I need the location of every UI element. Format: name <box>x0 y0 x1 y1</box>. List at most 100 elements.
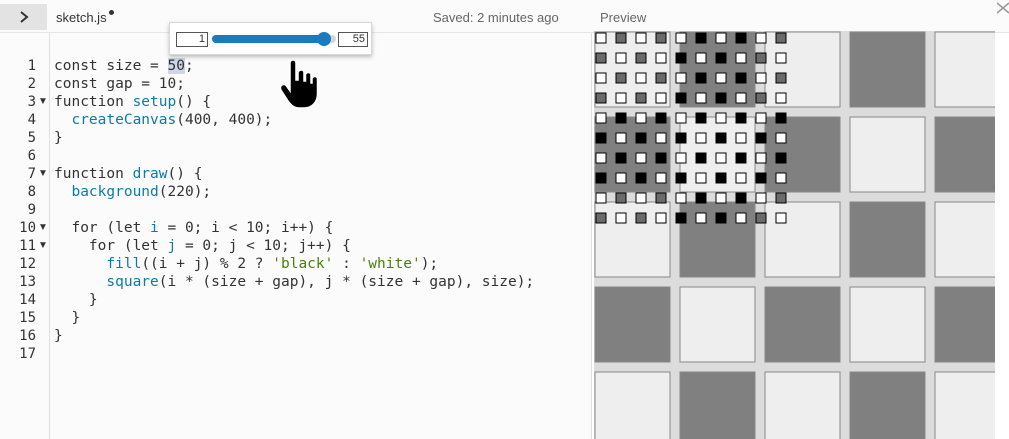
file-tab-name[interactable]: sketch.js <box>56 10 107 25</box>
small-square <box>695 172 707 184</box>
line-number: 8 <box>27 184 36 200</box>
small-square <box>655 132 667 144</box>
line-number: 12 <box>19 256 36 272</box>
large-square <box>764 286 841 363</box>
small-square <box>715 152 727 164</box>
small-square <box>735 172 747 184</box>
line-number: 14 <box>19 292 36 308</box>
small-square <box>735 52 747 64</box>
line-number: 7 <box>27 166 36 182</box>
small-square <box>655 212 667 224</box>
small-square <box>615 212 627 224</box>
fold-arrow-icon[interactable]: ▼ <box>38 93 48 111</box>
small-square <box>775 212 787 224</box>
small-square <box>635 212 647 224</box>
small-square <box>675 172 687 184</box>
small-square <box>735 72 747 84</box>
chevron-right-icon <box>19 11 29 23</box>
small-square <box>735 152 747 164</box>
small-square <box>755 112 767 124</box>
fold-arrow-icon[interactable]: ▼ <box>38 165 48 183</box>
unsaved-indicator <box>109 10 114 15</box>
line-number: 2 <box>27 76 36 92</box>
large-square <box>594 286 671 363</box>
code-line: square(i * (size + gap), j * (size + gap… <box>106 274 535 290</box>
small-square <box>755 52 767 64</box>
line-number: 15 <box>19 310 36 326</box>
small-square <box>775 72 787 84</box>
small-square <box>695 92 707 104</box>
slider-thumb[interactable] <box>316 32 331 46</box>
small-square <box>675 132 687 144</box>
small-square <box>775 112 787 124</box>
code-line: } <box>54 130 63 146</box>
large-square <box>849 116 926 193</box>
small-square <box>675 212 687 224</box>
small-square <box>735 212 747 224</box>
small-square <box>715 32 727 44</box>
large-square <box>679 371 756 439</box>
small-square <box>755 92 767 104</box>
fold-arrow-icon[interactable]: ▼ <box>38 219 48 237</box>
small-square <box>615 152 627 164</box>
small-square <box>635 192 647 204</box>
line-number: 9 <box>27 202 36 218</box>
sketch-preview <box>594 31 995 439</box>
small-square <box>595 172 607 184</box>
large-square <box>849 371 926 439</box>
small-square <box>675 32 687 44</box>
small-square <box>695 152 707 164</box>
small-square <box>635 112 647 124</box>
slider-track[interactable] <box>212 32 336 46</box>
code-line: } <box>54 292 98 308</box>
slider-max-input[interactable]: 55 <box>338 32 368 47</box>
line-number: 1 <box>27 58 36 74</box>
line-number: 16 <box>19 328 36 344</box>
large-square <box>849 201 926 278</box>
small-square <box>675 72 687 84</box>
small-square <box>655 172 667 184</box>
small-square <box>655 112 667 124</box>
small-square <box>775 52 787 64</box>
small-square <box>615 192 627 204</box>
small-square <box>735 92 747 104</box>
small-square <box>695 72 707 84</box>
small-square <box>695 52 707 64</box>
small-square <box>635 32 647 44</box>
code-line: createCanvas(400, 400); <box>71 112 273 128</box>
small-square <box>615 112 627 124</box>
small-square <box>755 72 767 84</box>
code-line: fill((i + j) % 2 ? 'black' : 'white'); <box>106 256 439 272</box>
small-square <box>615 172 627 184</box>
small-square <box>635 152 647 164</box>
small-square <box>615 52 627 64</box>
number-slider-popup: 1 55 <box>169 22 372 55</box>
code-line: function setup() { <box>54 94 212 110</box>
sketch-canvas <box>594 31 995 439</box>
small-square <box>695 212 707 224</box>
size-number-highlight[interactable]: 50 <box>167 58 185 74</box>
small-square <box>735 192 747 204</box>
line-number: 17 <box>19 346 36 362</box>
code-line: background(220); <box>71 184 212 200</box>
small-square <box>595 212 607 224</box>
pane-divider[interactable] <box>591 33 592 439</box>
toggle-sidebar-button[interactable] <box>0 4 47 30</box>
small-square <box>735 112 747 124</box>
small-square <box>715 72 727 84</box>
line-number: 4 <box>27 112 36 128</box>
small-square <box>715 192 727 204</box>
fold-arrow-icon[interactable]: ▼ <box>38 237 48 255</box>
code-line: } <box>54 310 81 326</box>
small-square <box>675 192 687 204</box>
slider-min-input[interactable]: 1 <box>176 32 208 47</box>
large-square <box>849 31 926 108</box>
line-number: 11 <box>19 238 36 254</box>
large-square <box>594 371 671 439</box>
close-icon[interactable] <box>995 2 1009 14</box>
small-square <box>675 92 687 104</box>
small-square <box>775 192 787 204</box>
large-square <box>679 286 756 363</box>
large-square <box>764 371 841 439</box>
small-square <box>695 132 707 144</box>
